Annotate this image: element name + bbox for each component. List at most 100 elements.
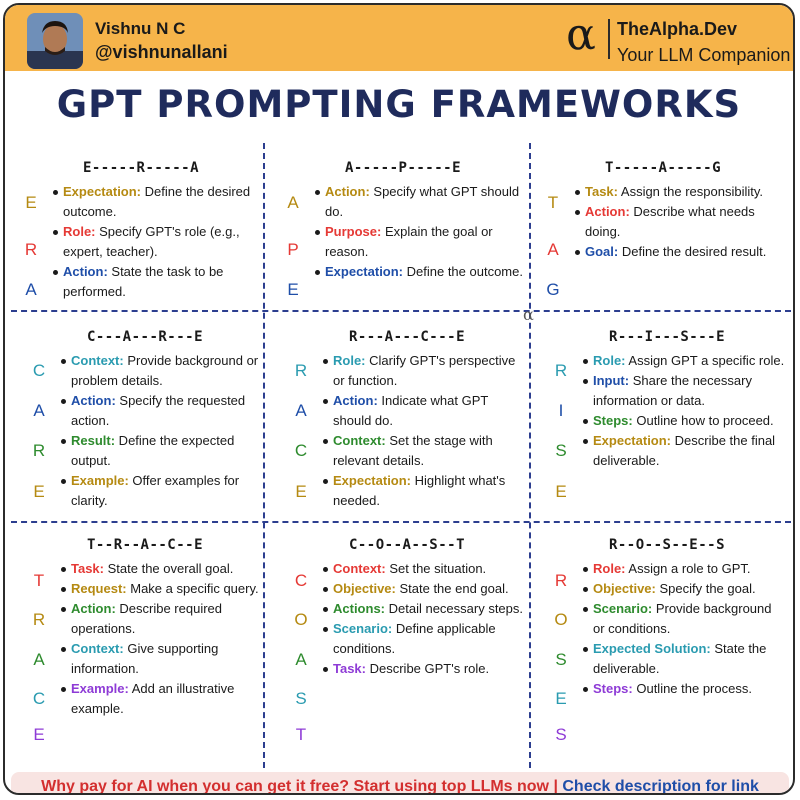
framework-item: Action: State the task to be performed. — [53, 262, 263, 302]
item-key: Expected Solution: — [593, 641, 711, 656]
framework-item: Example: Add an illustrative example. — [61, 679, 263, 719]
framework-item: Action: Specify the requested action. — [61, 391, 263, 431]
item-key: Role: — [593, 353, 626, 368]
framework-item: Action: Indicate what GPT should do. — [323, 391, 525, 431]
acronym-letter: S — [555, 441, 567, 460]
acronym-letter: R — [24, 240, 38, 259]
item-key: Role: — [593, 561, 626, 576]
framework-card: R---A---C---E R A C E Role: Clarify GPT's per… — [289, 329, 525, 514]
framework-card: R---I---S---E R I S E Role: Assign GPT a spec… — [549, 329, 785, 514]
framework-item: Task: Describe GPT's role. — [323, 659, 525, 679]
author-name: Vishnu N C — [95, 19, 186, 38]
framework-title: R---A---C---E — [348, 329, 466, 345]
footer-promo: Why pay for AI when you can get it free?… — [41, 778, 563, 795]
acronym-letter: S — [555, 650, 567, 669]
framework-title: A-----P-----E — [344, 160, 462, 176]
framework-item: Context: Provide background or problem d… — [61, 351, 263, 391]
footer-banner: Why pay for AI when you can get it free?… — [11, 772, 789, 795]
acronym-letter: A — [33, 401, 45, 420]
item-key: Scenario: — [333, 621, 393, 636]
acronym-letter: O — [554, 610, 568, 629]
item-key: Task: — [333, 661, 366, 676]
acronym-letter: R — [32, 441, 46, 460]
framework-item: Action: Specify what GPT should do. — [315, 182, 525, 222]
acronym-letter: C — [294, 441, 308, 460]
framework-item: Action: Describe required operations. — [61, 599, 263, 639]
item-description: Outline the process. — [632, 681, 752, 696]
acronym-letter: P — [287, 240, 299, 259]
framework-card: T-----A-----G T A G Task: Assign the respons… — [541, 160, 785, 305]
framework-item: Role: Specify GPT's role (e.g., expert, … — [53, 222, 263, 262]
page-title: GPT PROMPTING FRAMEWORKS — [56, 83, 742, 126]
item-description: Outline how to proceed. — [632, 413, 774, 428]
framework-item: Expected Solution: State the deliverable… — [583, 639, 785, 679]
framework-item: Purpose: Explain the goal or reason. — [315, 222, 525, 262]
acronym-letter: T — [295, 725, 307, 744]
item-key: Action: — [63, 264, 108, 279]
framework-item: Task: Assign the responsibility. — [575, 182, 785, 202]
item-key: Action: — [325, 184, 370, 199]
item-key: Scenario: — [593, 601, 653, 616]
acronym-letter: O — [294, 610, 308, 629]
acronym-letter: E — [33, 482, 45, 501]
framework-item: Expectation: Define the outcome. — [315, 262, 525, 282]
acronym-letter: R — [294, 361, 308, 380]
author-avatar — [27, 13, 83, 69]
item-description: Make a specific query. — [126, 581, 259, 596]
item-key: Example: — [71, 473, 129, 488]
item-key: Goal: — [585, 244, 619, 259]
item-description: Define the desired result. — [618, 244, 767, 259]
item-key: Expectation: — [325, 264, 404, 279]
framework-item-list: Task: State the overall goal. Request: Ma… — [61, 559, 263, 719]
framework-item-list: Action: Specify what GPT should do. Purpo… — [315, 182, 525, 282]
acronym-letter: R — [32, 610, 46, 629]
item-key: Action: — [333, 393, 378, 408]
acronym-letter: E — [25, 193, 37, 212]
acronym-letter: G — [546, 280, 560, 299]
acronym-letter: A — [295, 401, 307, 420]
framework-title: E-----R-----A — [82, 160, 200, 176]
framework-title: C--O--A--S--T — [348, 537, 466, 553]
framework-item-list: Expectation: Define the desired outcome.… — [53, 182, 263, 302]
framework-item: Objective: State the end goal. — [323, 579, 525, 599]
framework-title: T--R--A--C--E — [86, 537, 204, 553]
framework-title: T-----A-----G — [604, 160, 722, 176]
item-description: Describe GPT's role. — [366, 661, 490, 676]
item-key: Example: — [71, 681, 129, 696]
framework-item-list: Role: Assign GPT a specific role. Input: … — [583, 351, 785, 471]
framework-item-list: Role: Clarify GPT's perspective or funct… — [323, 351, 525, 511]
item-key: Action: — [71, 601, 116, 616]
footer-link[interactable]: Check description for link — [562, 778, 758, 793]
item-description: Assign the responsibility. — [618, 184, 763, 199]
framework-item: Scenario: Provide background or conditio… — [583, 599, 785, 639]
acronym-letter: C — [294, 571, 308, 590]
item-key: Action: — [585, 204, 630, 219]
acronym-letter: E — [555, 689, 567, 708]
framework-item: Objective: Specify the goal. — [583, 579, 785, 599]
item-key: Objective: — [593, 581, 656, 596]
framework-item-list: Role: Assign a role to GPT. Objective: Sp… — [583, 559, 785, 699]
item-description: State the end goal. — [395, 581, 509, 596]
framework-item: Steps: Outline how to proceed. — [583, 411, 785, 431]
acronym-letter: A — [33, 650, 45, 669]
framework-item: Role: Assign GPT a specific role. — [583, 351, 785, 371]
framework-item: Scenario: Define applicable conditions. — [323, 619, 525, 659]
framework-title: R--O--S--E--S — [608, 537, 726, 553]
framework-item: Expectation: Describe the final delivera… — [583, 431, 785, 471]
acronym-letter: T — [33, 571, 45, 590]
item-key: Role: — [63, 224, 96, 239]
author-handle: @vishnunallani — [95, 42, 228, 62]
item-description: Detail necessary steps. — [385, 601, 524, 616]
item-description: Assign GPT a specific role. — [625, 353, 785, 368]
item-key: Context: — [71, 641, 124, 656]
framework-item-list: Context: Set the situation. Objective: St… — [323, 559, 525, 679]
framework-item: Task: State the overall goal. — [61, 559, 263, 579]
item-key: Steps: — [593, 681, 633, 696]
acronym-letter: I — [558, 401, 564, 420]
framework-title: C---A---R---E — [86, 329, 204, 345]
item-key: Task: — [585, 184, 618, 199]
acronym-letter: A — [295, 650, 307, 669]
framework-item: Input: Share the necessary information o… — [583, 371, 785, 411]
framework-item: Context: Set the stage with relevant det… — [323, 431, 525, 471]
framework-item: Result: Define the expected output. — [61, 431, 263, 471]
